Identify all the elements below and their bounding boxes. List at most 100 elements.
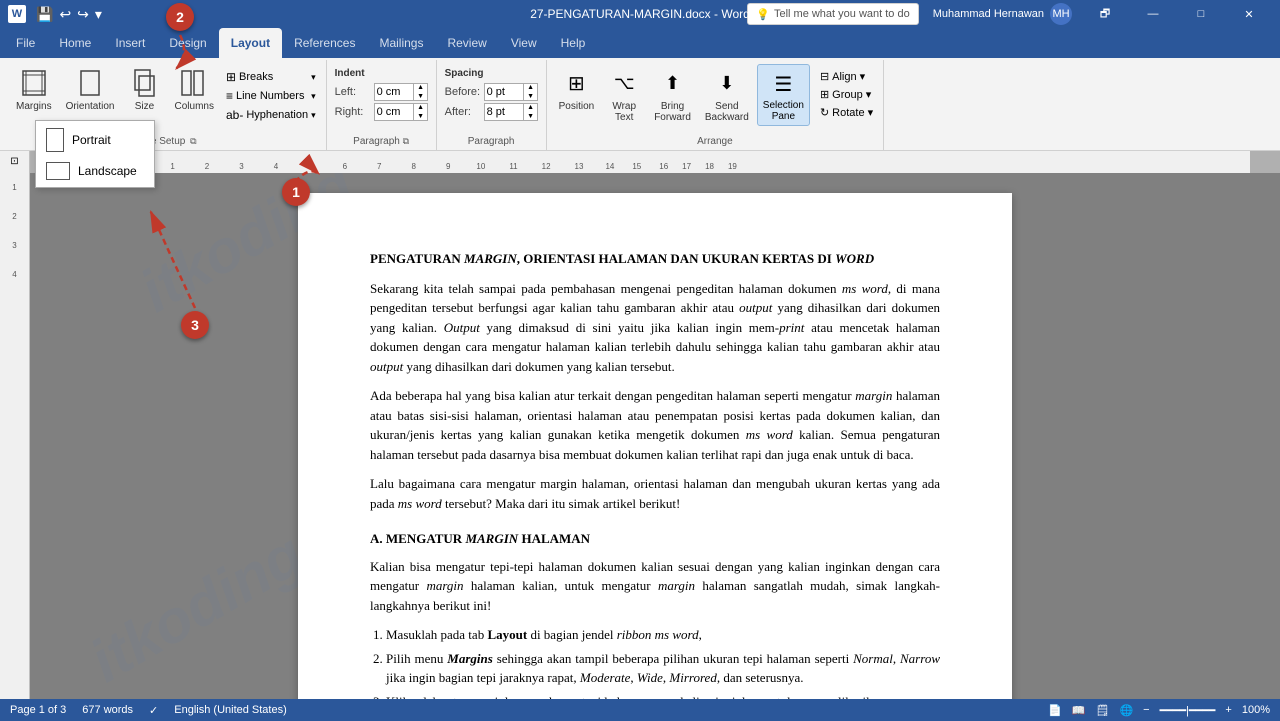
selection-pane-button[interactable]: ☰ SelectionPane bbox=[757, 64, 810, 126]
ruler-mark-19: 19 bbox=[728, 162, 737, 171]
indent-left-up[interactable]: ▲ bbox=[414, 83, 428, 92]
rotate-icon: ↻ bbox=[820, 106, 829, 119]
redo-btn[interactable]: ↪ bbox=[77, 6, 89, 23]
restore-btn[interactable]: 🗗 bbox=[1082, 0, 1128, 28]
undo-btn[interactable]: ↩ bbox=[59, 6, 71, 23]
ruler-mark-13: 13 bbox=[575, 162, 584, 171]
portrait-icon bbox=[46, 128, 64, 152]
spacing-before-up[interactable]: ▲ bbox=[524, 83, 538, 92]
ruler-mark-5: 5 bbox=[308, 162, 312, 171]
word-icon: W bbox=[8, 5, 26, 23]
orientation-button[interactable]: Orientation bbox=[60, 64, 121, 115]
read-mode-icon[interactable]: 📖 bbox=[1072, 704, 1086, 717]
size-icon bbox=[129, 67, 161, 99]
spacing-after-up[interactable]: ▲ bbox=[524, 103, 538, 112]
ribbon: File Home Insert Design Layout Reference… bbox=[0, 28, 1280, 151]
indent-left-spinner[interactable]: ▲ ▼ bbox=[413, 83, 428, 101]
customize-btn[interactable]: ▾ bbox=[95, 6, 102, 23]
minimize-btn[interactable]: — bbox=[1130, 0, 1176, 28]
spacing-before-field[interactable] bbox=[487, 86, 523, 98]
wrap-text-button[interactable]: ⌥ WrapText bbox=[602, 64, 646, 126]
tab-mailings[interactable]: Mailings bbox=[367, 28, 435, 58]
size-label: Size bbox=[135, 101, 154, 112]
zoom-in-icon[interactable]: + bbox=[1225, 704, 1231, 716]
ruler-corner[interactable]: ⊡ bbox=[0, 151, 30, 173]
maximize-btn[interactable]: □ bbox=[1178, 0, 1224, 28]
print-layout-icon[interactable]: 🗒 bbox=[1095, 704, 1109, 717]
indent-left-field[interactable] bbox=[377, 86, 413, 98]
indent-left-input[interactable]: ▲ ▼ bbox=[374, 83, 428, 101]
tell-me-box[interactable]: 💡 Tell me what you want to do bbox=[747, 3, 918, 25]
indent-right-down[interactable]: ▼ bbox=[414, 112, 428, 121]
user-avatar: MH bbox=[1050, 3, 1072, 25]
position-label: Position bbox=[559, 101, 595, 112]
size-button[interactable]: Size bbox=[123, 64, 167, 115]
title-bar-right: 💡 Tell me what you want to do Muhammad H… bbox=[743, 0, 1272, 28]
step-3: Klik salah satu sesuai dengan ukuran tep… bbox=[386, 692, 940, 700]
spacing-after-spinner[interactable]: ▲ ▼ bbox=[523, 103, 538, 121]
indent-right-field[interactable] bbox=[377, 106, 413, 118]
spacing-before-down[interactable]: ▼ bbox=[524, 92, 538, 101]
line-numbers-button[interactable]: ≡ Line Numbers ▾ bbox=[222, 87, 320, 105]
ruler-mark-9: 9 bbox=[446, 162, 450, 171]
indent-right-up[interactable]: ▲ bbox=[414, 103, 428, 112]
rotate-label: Rotate ▾ bbox=[832, 106, 873, 119]
web-layout-icon[interactable]: 🌐 bbox=[1119, 704, 1133, 717]
paragraph-1: Sekarang kita telah sampai pada pembahas… bbox=[370, 279, 940, 377]
line-numbers-icon: ≡ bbox=[226, 89, 233, 103]
columns-button[interactable]: Columns bbox=[169, 64, 220, 115]
spacing-before-spinner[interactable]: ▲ ▼ bbox=[523, 83, 538, 101]
bring-forward-button[interactable]: ⬆ BringForward bbox=[648, 64, 697, 126]
position-button[interactable]: ⊞ Position bbox=[553, 64, 601, 115]
tab-design[interactable]: Design bbox=[157, 28, 218, 58]
indent-right-input[interactable]: ▲ ▼ bbox=[374, 103, 428, 121]
page-setup-dialog-launcher[interactable]: ⧉ bbox=[190, 136, 196, 146]
portrait-option[interactable]: Portrait bbox=[36, 123, 154, 157]
section-paragraph: Kalian bisa mengatur tepi-tepi halaman d… bbox=[370, 557, 940, 616]
wrap-text-icon: ⌥ bbox=[608, 67, 640, 99]
words-status: 677 words bbox=[82, 704, 133, 716]
spacing-after-input[interactable]: ▲ ▼ bbox=[484, 103, 538, 121]
close-btn[interactable]: ✕ bbox=[1226, 0, 1272, 28]
tab-home[interactable]: Home bbox=[47, 28, 103, 58]
tab-insert[interactable]: Insert bbox=[103, 28, 157, 58]
indent-label: Indent bbox=[335, 68, 365, 79]
indent-left-down[interactable]: ▼ bbox=[414, 92, 428, 101]
ruler-mark-4: 4 bbox=[274, 162, 278, 171]
hyphenation-button[interactable]: ab- Hyphenation ▾ bbox=[222, 106, 320, 124]
tab-file[interactable]: File bbox=[4, 28, 47, 58]
user-area: Muhammad Hernawan MH bbox=[933, 3, 1072, 25]
spacing-after-field[interactable] bbox=[487, 106, 523, 118]
align-button[interactable]: ⊟ Align ▾ bbox=[816, 68, 877, 85]
margins-label: Margins bbox=[16, 101, 52, 112]
zoom-out-icon[interactable]: − bbox=[1143, 704, 1149, 716]
indent-left-row: Left: ▲ ▼ bbox=[335, 83, 428, 101]
indent-group: Indent Left: ▲ ▼ Right: bbox=[327, 60, 437, 150]
tab-review[interactable]: Review bbox=[435, 28, 498, 58]
save-btn[interactable]: 💾 bbox=[36, 6, 53, 23]
send-backward-button[interactable]: ⬇ SendBackward bbox=[699, 64, 755, 126]
indent-right-spinner[interactable]: ▲ ▼ bbox=[413, 103, 428, 121]
group-button[interactable]: ⊞ Group ▾ bbox=[816, 86, 877, 103]
lightbulb-icon: 💡 bbox=[756, 8, 770, 21]
spacing-after-down[interactable]: ▼ bbox=[524, 112, 538, 121]
tab-help[interactable]: Help bbox=[549, 28, 598, 58]
rotate-button[interactable]: ↻ Rotate ▾ bbox=[816, 104, 877, 121]
focus-mode-icon[interactable]: 📄 bbox=[1048, 704, 1062, 717]
ruler-mark-3: 3 bbox=[239, 162, 243, 171]
breaks-button[interactable]: ⊞ Breaks ▾ bbox=[222, 68, 320, 86]
page-setup-small-group: ⊞ Breaks ▾ ≡ Line Numbers ▾ ab- Hyphenat… bbox=[222, 68, 320, 124]
bring-forward-label: BringForward bbox=[654, 101, 691, 123]
tab-layout[interactable]: Layout bbox=[219, 28, 282, 58]
paragraph-dialog-launcher[interactable]: ⧉ bbox=[403, 136, 409, 146]
margins-button[interactable]: Margins bbox=[10, 64, 58, 115]
steps-list: Masuklah pada tab Layout di bagian jende… bbox=[386, 625, 940, 699]
language-status: English (United States) bbox=[174, 704, 287, 716]
ruler-mark-18: 18 bbox=[705, 162, 714, 171]
spacing-before-input[interactable]: ▲ ▼ bbox=[484, 83, 538, 101]
tab-references[interactable]: References bbox=[282, 28, 367, 58]
spacing-after-label: After: bbox=[445, 106, 481, 118]
tab-view[interactable]: View bbox=[499, 28, 549, 58]
landscape-option[interactable]: Landscape bbox=[36, 157, 154, 185]
zoom-slider[interactable]: ━━━━|━━━━ bbox=[1160, 704, 1216, 717]
